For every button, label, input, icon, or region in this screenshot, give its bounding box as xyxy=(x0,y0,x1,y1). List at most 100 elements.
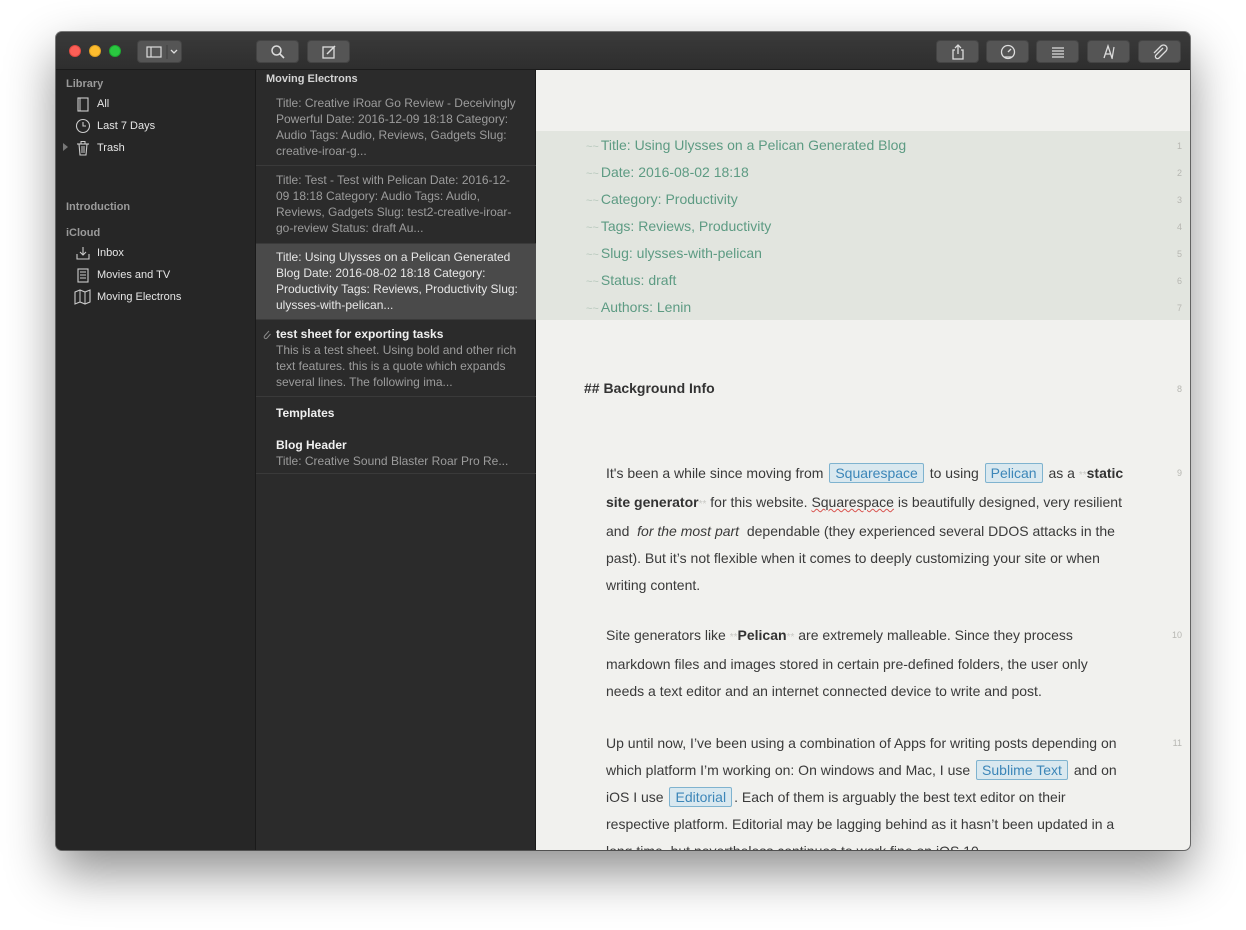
meta-line: ~~ Title: Using Ulysses on a Pelican Gene… xyxy=(586,137,906,153)
text-format-icon xyxy=(1102,43,1115,59)
sheet-content: test sheet for exporting tasks This is a… xyxy=(276,326,518,390)
link-pelican[interactable]: Pelican xyxy=(984,463,1043,483)
markup-button[interactable] xyxy=(1087,40,1130,63)
zoom-window-button[interactable] xyxy=(109,45,121,57)
meta-text: Authors: Lenin xyxy=(600,299,692,315)
sidebar-item-last-7-days[interactable]: Last 7 Days xyxy=(74,116,155,136)
trash-disclosure-icon[interactable] xyxy=(63,143,68,151)
goals-button[interactable] xyxy=(986,40,1029,63)
all-icon xyxy=(74,95,92,113)
sheet-list-title: Moving Electrons xyxy=(266,73,358,85)
meta-line: ~~ Date: 2016-08-02 18:18 xyxy=(586,164,749,180)
sheet-preview: Title: Test - Test with Pelican Date: 20… xyxy=(276,173,512,235)
sidebar-item-moving-electrons[interactable]: Moving Electrons xyxy=(74,287,181,307)
line-number: 3 xyxy=(1176,195,1182,205)
sheet-item[interactable]: Title: Test - Test with Pelican Date: 20… xyxy=(256,166,536,244)
text-run: for this website. xyxy=(710,494,808,510)
markup-tilde: ~~ xyxy=(586,276,599,288)
sheet-preview: Title: Creative Sound Blaster Roar Pro R… xyxy=(276,454,509,468)
compose-button[interactable] xyxy=(307,40,350,63)
line-number: 6 xyxy=(1176,276,1182,286)
sheet-item-selected[interactable]: Title: Using Ulysses on a Pelican Genera… xyxy=(256,244,536,320)
sheet-content: Templates xyxy=(276,405,518,421)
sheet-preview: Title: Creative iRoar Go Review - Deceiv… xyxy=(276,96,516,158)
bold-markup: ** xyxy=(786,632,795,643)
share-button[interactable] xyxy=(936,40,979,63)
gauge-icon xyxy=(1000,44,1015,59)
app-window: Library All Last 7 Days Trash Introducti… xyxy=(56,32,1190,850)
share-icon xyxy=(951,43,964,60)
paperclip-icon xyxy=(1153,43,1168,59)
line-number: 7 xyxy=(1176,303,1182,313)
sheet-item[interactable]: test sheet for exporting tasks This is a… xyxy=(256,320,536,397)
library-sidebar: Library All Last 7 Days Trash Introducti… xyxy=(56,70,256,850)
inbox-icon xyxy=(74,244,92,262)
sheet-item[interactable]: Templates xyxy=(256,397,536,428)
paperclip-icon xyxy=(262,328,272,346)
sheet-title: test sheet for exporting tasks xyxy=(276,327,444,341)
markup-tilde: ~~ xyxy=(586,195,599,207)
minimize-window-button[interactable] xyxy=(89,45,101,57)
bold-markup: ** xyxy=(1078,470,1087,481)
library-header: Library xyxy=(66,78,104,90)
bold-markup: ** xyxy=(729,632,738,643)
meta-text: Title: Using Ulysses on a Pelican Genera… xyxy=(600,137,907,153)
section-heading: ## Background Info xyxy=(584,380,715,396)
markup-tilde: ~~ xyxy=(586,141,599,153)
link-editorial[interactable]: Editorial xyxy=(669,787,733,807)
markup-tilde: ~~ xyxy=(586,303,599,315)
meta-text: Status: draft xyxy=(600,272,677,288)
sidebar-item-all[interactable]: All xyxy=(74,94,109,114)
text-run: Site generators like xyxy=(606,627,726,643)
sidebar-item-label: Last 7 Days xyxy=(97,120,156,132)
close-window-button[interactable] xyxy=(69,45,81,57)
sidebar-toggle-button[interactable] xyxy=(137,40,182,63)
list-icon xyxy=(1051,46,1064,58)
line-number: 9 xyxy=(1176,468,1182,478)
line-number: 8 xyxy=(1176,384,1182,394)
italic-text: for the most part xyxy=(637,523,740,539)
search-icon xyxy=(270,44,285,59)
compose-icon xyxy=(321,44,336,59)
sheet-title: Blog Header xyxy=(276,438,347,452)
sidebar-item-trash[interactable]: Trash xyxy=(74,138,125,158)
meta-line: ~~ Category: Productivity xyxy=(586,191,738,207)
sidebar-item-movies-and-tv[interactable]: Movies and TV xyxy=(74,265,170,285)
attachments-button[interactable] xyxy=(1138,40,1181,63)
line-number: 2 xyxy=(1176,168,1182,178)
sidebar-item-label: All xyxy=(97,98,110,110)
sidebar-icon xyxy=(145,44,177,59)
paragraph: Site generators like **Pelican** are ext… xyxy=(606,622,1126,705)
clock-icon xyxy=(74,117,92,135)
markup-tilde: ~~ xyxy=(586,168,599,180)
editor-pane[interactable]: ~~ Title: Using Ulysses on a Pelican Gene… xyxy=(536,70,1190,850)
sheet-item[interactable]: Blog Header Title: Creative Sound Blaste… xyxy=(256,428,536,474)
meta-text: Category: Productivity xyxy=(600,191,738,207)
text-run: It's been a while since moving from xyxy=(606,465,824,481)
icloud-header: iCloud xyxy=(66,227,101,239)
sidebar-item-introduction[interactable]: Introduction xyxy=(66,201,130,213)
sheet-title: Templates xyxy=(276,406,335,420)
meta-line: ~~ Tags: Reviews, Productivity xyxy=(586,218,771,234)
bold-text: Pelican xyxy=(737,627,787,643)
text-run: as a xyxy=(1048,465,1075,481)
bold-markup: ** xyxy=(698,499,707,510)
meta-text: Tags: Reviews, Productivity xyxy=(600,218,772,234)
meta-line: ~~ Authors: Lenin xyxy=(586,299,691,315)
line-number: 4 xyxy=(1176,222,1182,232)
sidebar-item-inbox[interactable]: Inbox xyxy=(74,243,124,263)
sheet-preview: Title: Using Ulysses on a Pelican Genera… xyxy=(276,250,518,312)
sidebar-item-label: Moving Electrons xyxy=(97,291,182,303)
outline-button[interactable] xyxy=(1036,40,1079,63)
sidebar-item-label: Inbox xyxy=(97,247,124,259)
search-button[interactable] xyxy=(256,40,299,63)
link-sublime-text[interactable]: Sublime Text xyxy=(976,760,1068,780)
sheet-item[interactable]: Title: Creative iRoar Go Review - Deceiv… xyxy=(256,89,536,166)
group-icon xyxy=(74,266,92,284)
sidebar-item-label: Trash xyxy=(97,142,125,154)
sheet-list: Moving Electrons Title: Creative iRoar G… xyxy=(256,70,536,850)
misspelled-word: Squarespace xyxy=(811,494,894,510)
meta-text: Date: 2016-08-02 18:18 xyxy=(600,164,749,180)
line-number: 10 xyxy=(1171,630,1182,640)
link-squarespace[interactable]: Squarespace xyxy=(829,463,924,483)
